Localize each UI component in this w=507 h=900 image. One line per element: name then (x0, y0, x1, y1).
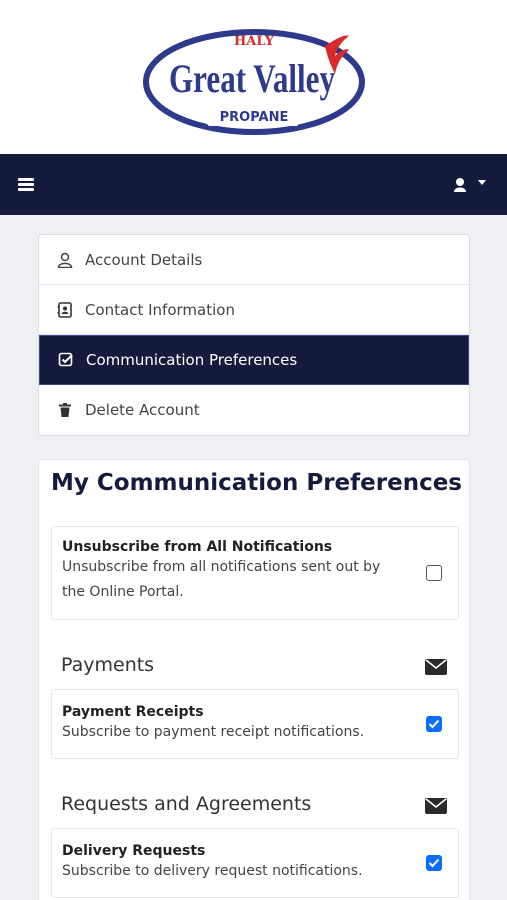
menu-item-label: Account Details (85, 250, 203, 269)
logo-header: HALY Great Valley PROPANE (0, 0, 507, 154)
menu-item-communication-preferences[interactable]: Communication Preferences (39, 335, 469, 385)
account-menu: Account Details Contact Information Comm… (38, 234, 470, 436)
checkmark-icon (428, 858, 440, 868)
unsubscribe-title: Unsubscribe from All Notifications (62, 539, 333, 555)
envelope-icon (425, 659, 447, 675)
menu-item-label: Delete Account (85, 401, 200, 419)
user-icon (454, 178, 486, 192)
delivery-requests-box: Delivery Requests Subscribe to delivery … (51, 828, 459, 898)
chevron-down-icon (478, 180, 486, 185)
trash-icon (57, 402, 73, 418)
contact-card-icon (57, 301, 73, 318)
company-logo: HALY Great Valley PROPANE (143, 29, 365, 135)
logo-bottom-text: PROPANE (220, 110, 289, 125)
user-outline-icon (57, 252, 73, 268)
logo-main-text: Great Valley (169, 56, 335, 101)
hamburger-icon[interactable] (18, 178, 34, 191)
payment-receipts-checkbox[interactable] (426, 716, 442, 732)
delivery-requests-checkbox[interactable] (426, 855, 442, 871)
unsubscribe-all-checkbox[interactable] (426, 565, 442, 581)
unsubscribe-desc-line2: the Online Portal. (62, 584, 184, 600)
section-title-requests-agreements: Requests and Agreements (61, 793, 312, 815)
menu-item-label: Communication Preferences (86, 351, 298, 369)
check-square-icon (58, 352, 74, 368)
payment-receipts-box: Payment Receipts Subscribe to payment re… (51, 689, 459, 759)
delivery-requests-desc: Subscribe to delivery request notificati… (62, 863, 363, 879)
menu-item-delete-account[interactable]: Delete Account (39, 385, 469, 435)
payment-receipts-desc: Subscribe to payment receipt notificatio… (62, 724, 365, 740)
menu-item-contact-information[interactable]: Contact Information (39, 285, 469, 335)
preferences-card: My Communication Preferences Unsubscribe… (38, 459, 470, 900)
menu-item-label: Contact Information (85, 300, 235, 319)
logo-top-text: HALY (234, 34, 275, 49)
user-menu-toggle[interactable] (452, 174, 492, 196)
delivery-requests-title: Delivery Requests (62, 843, 206, 859)
checkmark-icon (428, 719, 440, 729)
page-title: My Communication Preferences (51, 470, 462, 496)
payment-receipts-title: Payment Receipts (62, 704, 204, 720)
section-title-payments: Payments (61, 654, 155, 676)
menu-item-account-details[interactable]: Account Details (39, 235, 469, 285)
unsubscribe-desc-line1: Unsubscribe from all notifications sent … (62, 559, 381, 575)
unsubscribe-all-box: Unsubscribe from All Notifications Unsub… (51, 526, 459, 620)
top-navbar (0, 154, 507, 215)
envelope-icon (425, 798, 447, 814)
